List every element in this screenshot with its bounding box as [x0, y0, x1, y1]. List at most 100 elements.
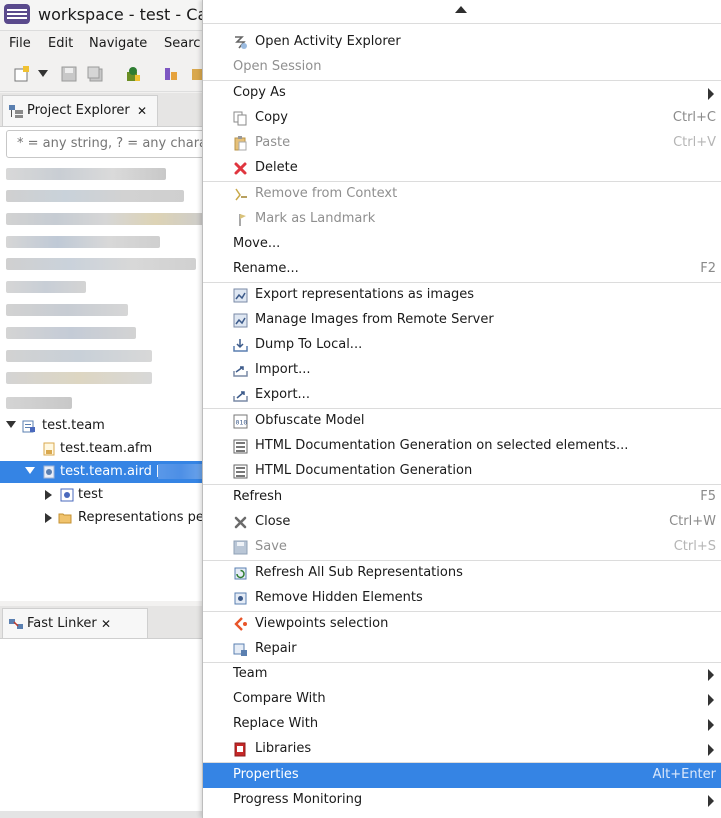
menu-item-remove-hidden[interactable]: Remove Hidden Elements: [203, 586, 721, 611]
manage-images-icon: [233, 313, 248, 328]
remove-context-icon: [235, 188, 247, 201]
menu-item-move[interactable]: Move...: [203, 232, 721, 257]
menu-item-close[interactable]: Close Ctrl+W: [203, 510, 721, 535]
menu-item-open-session[interactable]: Open Session: [203, 55, 721, 80]
menu-item-export-representations[interactable]: Export representations as images: [203, 283, 721, 308]
menu-item-viewpoints-selection[interactable]: Viewpoints selection: [203, 612, 721, 637]
expanded-arrow-icon[interactable]: [6, 421, 16, 428]
submenu-arrow-icon: [708, 669, 714, 681]
libraries-icon: [234, 742, 246, 757]
menu-item-refresh[interactable]: Refresh F5: [203, 485, 721, 510]
menu-item-html-doc-selected[interactable]: HTML Documentation Generation on selecte…: [203, 434, 721, 459]
tree-label: test.team.afm: [60, 441, 153, 456]
paste-icon: [234, 136, 247, 151]
menu-item-manage-images[interactable]: Manage Images from Remote Server: [203, 308, 721, 333]
collapsed-arrow-icon[interactable]: [45, 513, 52, 523]
copy-icon: [233, 111, 247, 126]
chevron-down-icon[interactable]: [38, 70, 48, 78]
menu-item-dump-to-local[interactable]: Dump To Local...: [203, 333, 721, 358]
fast-linker-tabbar: Fast Linker ✕: [0, 606, 210, 639]
delete-icon: [234, 162, 247, 175]
tree-label: test: [78, 487, 103, 502]
fast-linker-icon: [9, 619, 23, 629]
save-icon[interactable]: [61, 66, 77, 82]
submenu-arrow-icon: [708, 694, 714, 706]
menu-item-replace-with[interactable]: Replace With: [203, 712, 721, 737]
tree-item-test-team-aird[interactable]: test.team.aird [: [0, 461, 210, 483]
activity-explorer-icon: [235, 36, 247, 49]
aird-file-icon: [43, 465, 55, 479]
separator: [203, 23, 721, 24]
menu-item-mark-as-landmark[interactable]: Mark as Landmark: [203, 207, 721, 232]
filter-field[interactable]: [6, 130, 208, 158]
menu-item-progress-monitoring[interactable]: Progress Monitoring: [203, 788, 721, 813]
menu-file[interactable]: File: [9, 36, 31, 51]
export-images-icon: [233, 288, 248, 303]
save-all-icon[interactable]: [87, 66, 103, 82]
tab-label: Project Explorer: [27, 103, 130, 118]
submenu-arrow-icon: [708, 744, 714, 756]
menu-item-obfuscate-model[interactable]: 010 Obfuscate Model: [203, 409, 721, 434]
fast-linker-panel: [0, 639, 211, 811]
menu-item-rename[interactable]: Rename... F2: [203, 257, 721, 282]
menu-item-refresh-all-sub[interactable]: Refresh All Sub Representations: [203, 561, 721, 586]
close-icon: [234, 516, 247, 529]
submenu-arrow-icon: [708, 795, 714, 807]
afm-file-icon: [43, 442, 55, 456]
menu-item-properties[interactable]: Properties Alt+Enter: [203, 763, 721, 788]
context-menu: Open Activity Explorer Open Session Copy…: [202, 0, 721, 818]
close-icon[interactable]: ✕: [101, 617, 111, 631]
refresh-sub-icon: [234, 567, 247, 580]
tree-label: test.team: [42, 418, 105, 433]
tree-item-representations[interactable]: Representations pe: [0, 507, 210, 529]
menu-item-libraries[interactable]: Libraries: [203, 737, 721, 762]
menu-navigate[interactable]: Navigate: [89, 36, 147, 51]
menu-item-compare-with[interactable]: Compare With: [203, 687, 721, 712]
project-folder-icon: [22, 420, 35, 433]
menu-item-open-activity-explorer[interactable]: Open Activity Explorer: [203, 30, 721, 55]
menu-item-copy[interactable]: Copy Ctrl+C: [203, 106, 721, 131]
submenu-arrow-icon: [708, 88, 714, 100]
new-wizard-icon[interactable]: [14, 66, 30, 82]
folder-icon: [58, 513, 72, 524]
tree-label: test.team.aird [: [60, 464, 162, 479]
menu-item-html-doc[interactable]: HTML Documentation Generation: [203, 459, 721, 484]
tree-item-test[interactable]: test: [0, 484, 210, 506]
run-tool-icon[interactable]: [163, 66, 179, 82]
menu-item-paste[interactable]: Paste Ctrl+V: [203, 131, 721, 156]
menu-search[interactable]: Searc: [164, 36, 200, 51]
export-icon: [233, 391, 248, 402]
window-title: workspace - test - Cape: [38, 5, 228, 24]
scroll-up-arrow-icon[interactable]: [455, 6, 467, 13]
html-doc-icon: [233, 464, 248, 479]
new-project-icon[interactable]: [125, 66, 141, 82]
menu-item-delete[interactable]: Delete: [203, 156, 721, 181]
menu-item-remove-from-context[interactable]: Remove from Context: [203, 182, 721, 207]
remove-hidden-icon: [234, 592, 247, 605]
menu-item-export[interactable]: Export...: [203, 383, 721, 408]
collapsed-arrow-icon[interactable]: [45, 490, 52, 500]
menu-item-import[interactable]: Import...: [203, 358, 721, 383]
tab-project-explorer[interactable]: Project Explorer ✕: [2, 95, 158, 126]
capella-app-icon: [4, 4, 30, 24]
close-icon[interactable]: ✕: [137, 104, 147, 118]
tree-item-test-team-afm[interactable]: test.team.afm: [0, 438, 210, 460]
menu-item-save[interactable]: Save Ctrl+S: [203, 535, 721, 560]
project-explorer-panel: test.team test.team.afm test.team.aird […: [0, 127, 211, 601]
tree-label: Representations pe: [78, 510, 204, 525]
title-bar: workspace - test - Cape: [0, 0, 227, 31]
menu-item-team[interactable]: Team: [203, 662, 721, 687]
svg-text:010: 010: [236, 419, 248, 427]
project-explorer-icon: [9, 105, 23, 118]
menu-edit[interactable]: Edit: [48, 36, 73, 51]
obfuscate-icon: 010: [233, 414, 248, 429]
viewpoints-icon: [234, 617, 247, 631]
repair-icon: [233, 643, 247, 656]
menu-item-repair[interactable]: Repair: [203, 637, 721, 662]
tree-item-test-team[interactable]: test.team: [0, 415, 210, 437]
tab-fast-linker[interactable]: Fast Linker ✕: [2, 608, 148, 638]
expanded-arrow-icon[interactable]: [25, 467, 35, 474]
toolbar: [0, 57, 210, 92]
filter-input[interactable]: [7, 131, 207, 155]
menu-item-copy-as[interactable]: Copy As: [203, 81, 721, 106]
